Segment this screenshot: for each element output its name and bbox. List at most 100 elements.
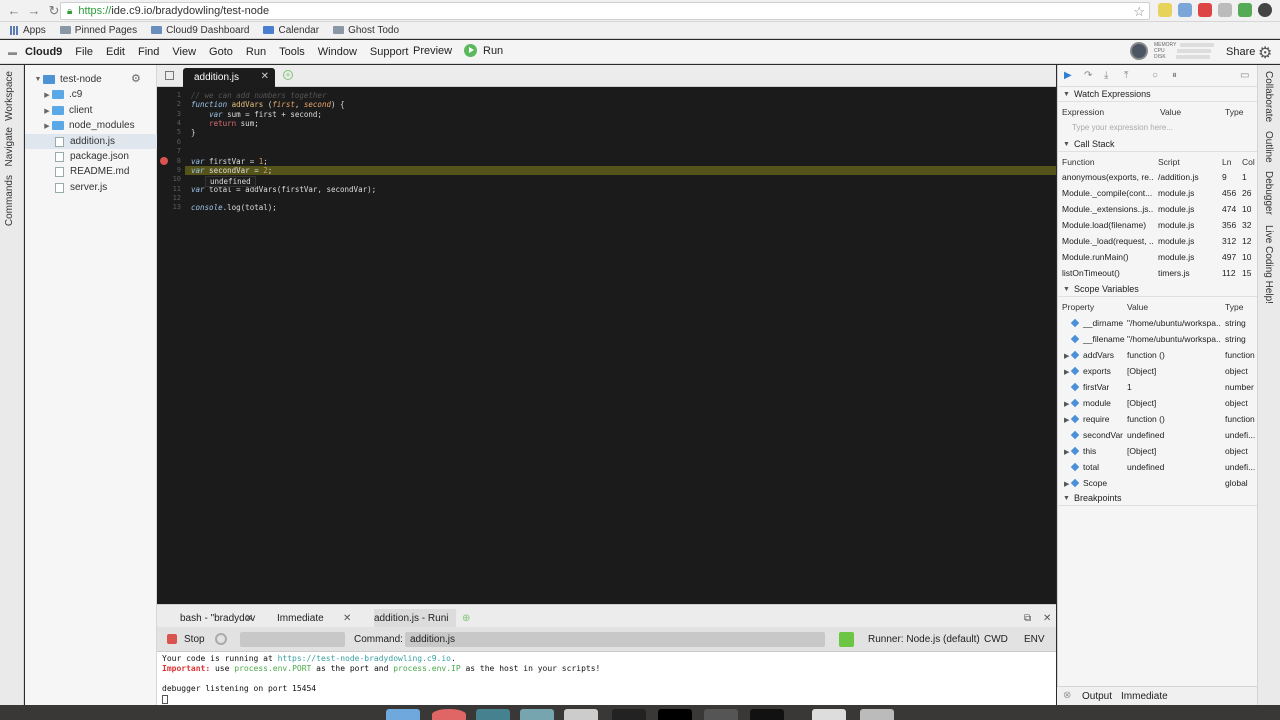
menu-window[interactable]: Window [318, 46, 357, 58]
step-over-icon[interactable]: ↷ [1084, 70, 1092, 81]
tab-live-coding-help[interactable]: Live Coding Help! [1263, 225, 1274, 304]
expand-arrow-icon[interactable]: ▶ [42, 91, 52, 99]
stop-button[interactable]: Stop [184, 634, 205, 645]
dock-app-icon[interactable] [612, 709, 646, 720]
tab-workspace[interactable]: Workspace [4, 71, 15, 121]
scope-variables-header[interactable]: ▼ Scope Variables [1058, 282, 1258, 297]
breakpoints-header[interactable]: ▼ Breakpoints [1058, 491, 1258, 506]
step-into-icon[interactable]: ⤓ [1104, 70, 1108, 81]
dock-app-icon[interactable] [860, 709, 894, 720]
tab-outline[interactable]: Outline [1263, 131, 1274, 163]
panel-menu-icon[interactable]: ▭ [1240, 70, 1249, 81]
expand-arrow-icon[interactable]: ▼ [33, 76, 43, 83]
memory-bar [1180, 43, 1215, 47]
env-button[interactable]: ENV [1024, 634, 1045, 645]
tab-immediate-debug[interactable]: Immediate [1121, 691, 1168, 702]
console-output[interactable]: Your code is running at https://test-nod… [157, 652, 1056, 705]
tab-immediate[interactable]: Immediate [277, 609, 324, 628]
expand-arrow-icon[interactable]: ▶ [42, 107, 52, 115]
dock-app-icon[interactable] [432, 709, 466, 720]
share-button[interactable]: Share [1226, 46, 1255, 58]
tab-menu-icon[interactable] [165, 71, 174, 80]
back-icon[interactable]: ← [4, 3, 24, 18]
dock-app-icon[interactable] [658, 709, 692, 720]
menu-run[interactable]: Run [246, 46, 266, 58]
cwd-button[interactable]: CWD [984, 634, 1008, 645]
menu-cloud9[interactable]: Cloud9 [25, 46, 62, 58]
dock-app-icon[interactable] [564, 709, 598, 720]
avatar[interactable] [1130, 42, 1148, 60]
runner-select[interactable]: Runner: Node.js (default) [868, 634, 980, 645]
dock-app-icon[interactable] [386, 709, 420, 720]
tab-collaborate[interactable]: Collaborate [1263, 71, 1274, 122]
extension-icon[interactable] [1238, 3, 1252, 17]
menu-support[interactable]: Support [370, 46, 409, 58]
dock-app-icon[interactable] [704, 709, 738, 720]
call-stack-header[interactable]: ▼ Call Stack [1058, 137, 1258, 152]
menu-edit[interactable]: Edit [106, 46, 125, 58]
tab-navigate[interactable]: Navigate [4, 127, 15, 166]
tree-item-folder[interactable]: ▶ node_modules [25, 118, 157, 133]
bookmark-star-icon[interactable]: ☆ [1133, 4, 1145, 20]
tree-settings-icon[interactable]: ⚙ [131, 72, 141, 85]
bookmark-cloud9-dashboard[interactable]: Cloud9 Dashboard [151, 25, 249, 36]
deactivate-breakpoints-icon[interactable]: ○ [1152, 70, 1158, 81]
extension-icon[interactable] [1218, 3, 1232, 17]
bookmark-ghost-todo[interactable]: Ghost Todo [333, 25, 399, 36]
add-tab-icon[interactable]: + [283, 70, 293, 80]
stop-icon[interactable] [167, 634, 177, 644]
tab-bash[interactable]: bash - "bradydov [180, 609, 255, 628]
extension-icon[interactable] [1158, 3, 1172, 17]
menu-file[interactable]: File [75, 46, 93, 58]
tree-item-file[interactable]: README.md [25, 164, 157, 179]
tab-addition-js[interactable]: addition.js ✕ [183, 68, 275, 87]
resume-icon[interactable]: ▶ [1064, 70, 1072, 81]
settings-gear-icon[interactable]: ⚙ [1258, 43, 1272, 63]
code-editor[interactable]: 1 2 3 4 5 6 7 8 9 10 11 12 13 // we can … [157, 87, 1056, 604]
expand-arrow-icon[interactable]: ▶ [42, 122, 52, 130]
tab-output[interactable]: Output [1082, 691, 1112, 702]
tree-item-file[interactable]: package.json [25, 149, 157, 164]
run-config-field[interactable] [240, 632, 345, 647]
watch-expressions-header[interactable]: ▼ Watch Expressions [1058, 87, 1258, 102]
dock-app-icon[interactable] [812, 709, 846, 720]
bookmark-apps[interactable]: Apps [10, 25, 46, 36]
menu-tools[interactable]: Tools [279, 46, 305, 58]
bookmark-calendar[interactable]: Calendar [263, 25, 319, 36]
dock-app-icon[interactable] [476, 709, 510, 720]
col-header: Type [1225, 302, 1244, 312]
dock-app-icon[interactable] [750, 709, 784, 720]
close-icon[interactable]: ✕ [245, 613, 253, 624]
address-bar[interactable]: 🔒︎ https://ide.c9.io/bradydowling/test-n… [60, 2, 1150, 20]
clear-icon[interactable]: ⊗ [1063, 690, 1071, 701]
extension-icon[interactable] [1198, 3, 1212, 17]
tree-item-file[interactable]: server.js [25, 180, 157, 195]
tree-item-folder[interactable]: ▶ client [25, 103, 157, 118]
watch-expression-input[interactable]: Type your expression here... [1072, 123, 1173, 132]
dock-app-icon[interactable] [520, 709, 554, 720]
tree-item-file[interactable]: addition.js [25, 134, 157, 149]
menu-find[interactable]: Find [138, 46, 159, 58]
restart-icon[interactable] [215, 633, 227, 645]
maximize-icon[interactable]: ⧉ [1024, 613, 1031, 624]
preview-button[interactable]: Preview [413, 45, 452, 57]
run-button[interactable]: Run [464, 44, 503, 57]
tab-run-addition[interactable]: addition.js - Runi [374, 609, 457, 628]
forward-icon[interactable]: → [24, 3, 44, 18]
close-panel-icon[interactable]: ✕ [1043, 613, 1051, 624]
bookmark-pinned-pages[interactable]: Pinned Pages [59, 25, 137, 36]
close-icon[interactable]: ✕ [343, 613, 351, 624]
add-tab-icon[interactable]: ⊕ [462, 613, 470, 624]
tab-debugger[interactable]: Debugger [1263, 171, 1274, 215]
menu-view[interactable]: View [172, 46, 196, 58]
command-input[interactable]: addition.js [405, 632, 825, 647]
step-out-icon[interactable]: ⤒ [1124, 70, 1128, 81]
menu-icon[interactable] [1258, 3, 1272, 17]
tree-item-folder[interactable]: ▶ .c9 [25, 87, 157, 102]
extension-icon[interactable] [1178, 3, 1192, 17]
tab-commands[interactable]: Commands [4, 175, 15, 226]
menu-goto[interactable]: Goto [209, 46, 233, 58]
pause-icon[interactable]: ⏸︎ [1172, 70, 1177, 81]
close-icon[interactable]: ✕ [261, 71, 269, 82]
collapse-menubar-icon[interactable]: ▬ [8, 47, 17, 57]
